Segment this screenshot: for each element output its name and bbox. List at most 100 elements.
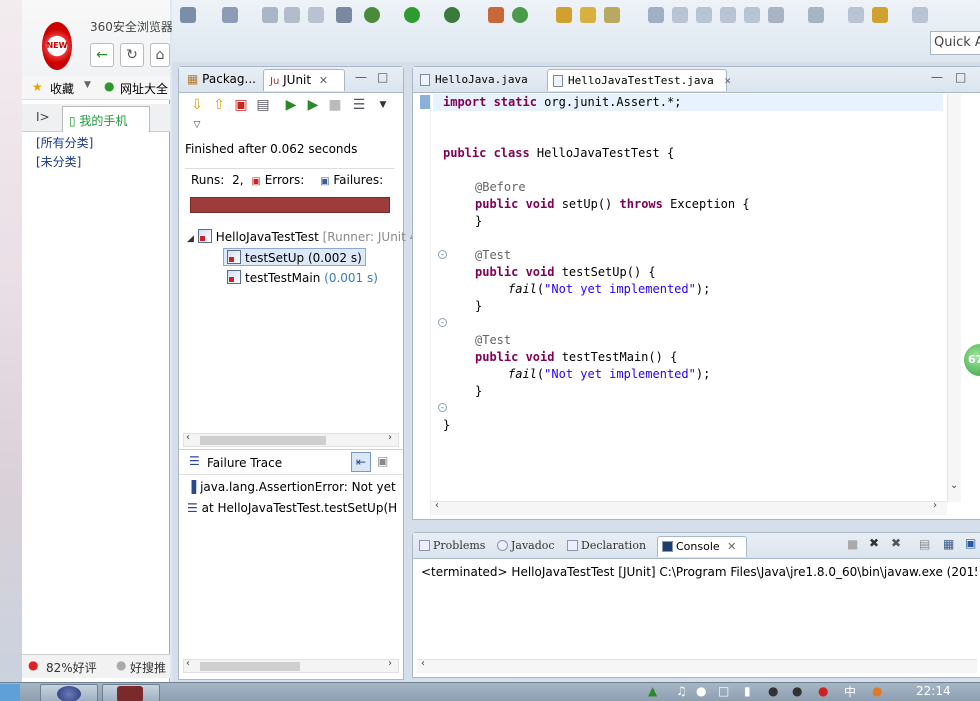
test-case-row[interactable]: testSetUp (0.002 s)	[223, 248, 366, 266]
tab-my-phone[interactable]: ▯ 我的手机	[62, 106, 150, 132]
format-icon[interactable]	[744, 7, 760, 23]
home-icon[interactable]: ⌂	[150, 43, 170, 67]
scroll-left-icon[interactable]: ‹	[421, 658, 425, 669]
new-java-project-icon[interactable]	[488, 7, 504, 23]
run-external-icon[interactable]	[444, 7, 460, 23]
new-class-icon[interactable]	[512, 7, 528, 23]
taskbar-app-browser[interactable]	[40, 684, 98, 701]
show-whitespace-icon[interactable]	[720, 7, 736, 23]
expand-triangle-icon[interactable]: ◢	[187, 234, 194, 244]
chevron-down-icon[interactable]: ▼	[84, 80, 91, 90]
new-type-icon[interactable]	[222, 7, 238, 23]
scroll-down-icon[interactable]: ⌄	[950, 480, 958, 491]
prev-annotation-icon[interactable]	[808, 7, 824, 23]
back-icon[interactable]	[872, 7, 888, 23]
tab-hellojava[interactable]: HelloJava.java	[415, 69, 547, 91]
open-type-icon[interactable]	[556, 7, 572, 23]
tab-declaration[interactable]: Declaration	[563, 536, 652, 557]
tray-shield-icon[interactable]: ▲	[648, 684, 657, 698]
console-horizontal-scrollbar[interactable]: ‹	[417, 658, 977, 673]
tray-qq-icon[interactable]: ●	[768, 684, 778, 698]
refresh-icon[interactable]: ↻	[120, 43, 144, 67]
trace-horizontal-scrollbar[interactable]: ‹ ›	[183, 658, 399, 673]
pin-console-icon[interactable]: ▣	[965, 536, 976, 550]
scroll-right-icon[interactable]: ›	[388, 658, 392, 669]
scrollbar-thumb[interactable]	[200, 436, 326, 445]
tab-console[interactable]: Console ✕	[657, 536, 747, 557]
skip-breakpoints-icon[interactable]	[336, 7, 352, 23]
minimize-icon[interactable]: —	[931, 70, 943, 84]
previous-failure-icon[interactable]: ⇧	[211, 97, 227, 113]
forward-icon[interactable]	[912, 7, 928, 23]
site-nav-link[interactable]: 网址大全	[120, 80, 168, 97]
edit-icon[interactable]	[672, 7, 688, 23]
search-recommend-text[interactable]: 好搜推	[130, 659, 166, 676]
start-icon[interactable]	[0, 684, 20, 701]
next-failure-icon[interactable]: ⇩	[189, 97, 205, 113]
rating-text[interactable]: 82%好评	[46, 659, 97, 676]
minimize-icon[interactable]: —	[355, 70, 367, 84]
close-icon[interactable]: ✕	[727, 540, 736, 553]
category-uncategorized[interactable]: [未分类]	[26, 153, 170, 172]
scroll-left-icon[interactable]: ‹	[435, 500, 439, 511]
tray-volume-icon[interactable]: ♫	[676, 684, 687, 698]
open-task-icon[interactable]	[580, 7, 596, 23]
clear-console-icon[interactable]: ▤	[919, 537, 930, 551]
scroll-right-icon[interactable]: ›	[388, 432, 392, 443]
scroll-lock-icon[interactable]: ▤	[255, 97, 271, 113]
tab-javadoc[interactable]: Javadoc	[493, 536, 561, 557]
debug-icon[interactable]	[364, 7, 380, 23]
trace-line[interactable]: ▐ java.lang.AssertionError: Not yet impl…	[187, 480, 397, 494]
tab-problems[interactable]: Problems	[415, 536, 491, 557]
editor-horizontal-scrollbar[interactable]: ‹ ›	[431, 500, 947, 515]
last-edit-icon[interactable]	[848, 7, 864, 23]
quick-access-input[interactable]: Quick Access	[930, 31, 980, 55]
tray-app-icon[interactable]: ●	[696, 684, 706, 698]
search-icon[interactable]	[604, 7, 620, 23]
stop-run-icon[interactable]: ■	[327, 97, 343, 113]
tab-junit[interactable]: Ju JUnit ✕	[263, 69, 345, 91]
taskbar-app-eclipse[interactable]	[102, 684, 160, 701]
editor-vertical-scrollbar[interactable]: ⌄	[947, 94, 961, 502]
history-dropdown-icon[interactable]: ▼	[375, 97, 391, 113]
new-icon[interactable]	[180, 7, 196, 23]
scroll-right-icon[interactable]: ›	[933, 500, 937, 511]
tray-ime-icon[interactable]: 中	[844, 683, 856, 700]
next-annotation-icon[interactable]	[768, 7, 784, 23]
taskbar-clock[interactable]: 22:14	[916, 684, 951, 698]
run-icon[interactable]	[404, 7, 420, 23]
view-menu-icon[interactable]: ▽	[189, 117, 205, 133]
tray-input-icon[interactable]: ●	[818, 684, 828, 698]
save-icon[interactable]	[262, 7, 278, 23]
trace-line[interactable]: ☰ at HelloJavaTestTest.testSetUp(HelloJa…	[187, 501, 397, 515]
remove-launch-icon[interactable]: ✖	[869, 536, 879, 550]
terminate-icon[interactable]: ■	[847, 537, 858, 551]
toggle-mark-icon[interactable]	[648, 7, 664, 23]
favorites-button[interactable]: 收藏	[50, 80, 74, 97]
close-icon[interactable]: ✕	[724, 74, 731, 87]
tree-horizontal-scrollbar[interactable]: ‹ ›	[183, 432, 399, 447]
block-selection-icon[interactable]	[696, 7, 712, 23]
remove-all-icon[interactable]: ✖	[891, 536, 901, 550]
tray-ime-logo-icon[interactable]: ●	[872, 684, 882, 698]
tray-qq-icon[interactable]: ●	[792, 684, 802, 698]
save-all-icon[interactable]	[284, 7, 300, 23]
scroll-lock-icon[interactable]: ▦	[943, 537, 954, 551]
tray-network-icon[interactable]: ▮	[744, 684, 751, 698]
editor-ruler[interactable]: + - - -	[413, 94, 447, 518]
category-all[interactable]: [所有分类]	[26, 134, 170, 153]
scroll-left-icon[interactable]: ‹	[186, 658, 190, 669]
back-arrow-icon[interactable]: ←	[90, 43, 114, 67]
print-icon[interactable]	[308, 7, 324, 23]
rerun-test-icon[interactable]: ▶	[283, 97, 299, 113]
rerun-failed-first-icon[interactable]: ▶	[305, 97, 321, 113]
maximize-icon[interactable]: □	[955, 70, 966, 84]
maximize-icon[interactable]: □	[377, 70, 388, 84]
scrollbar-thumb[interactable]	[200, 662, 300, 671]
tab-package-explorer[interactable]: ▦ Packag...	[181, 69, 261, 91]
tray-window-icon[interactable]: □	[718, 684, 729, 698]
test-history-icon[interactable]: ☰	[351, 97, 367, 113]
code-area[interactable]: import static org.junit.Assert.*; public…	[433, 94, 949, 504]
compare-icon[interactable]: ▣	[377, 454, 388, 468]
filter-stack-icon[interactable]: ⇤	[351, 452, 371, 472]
